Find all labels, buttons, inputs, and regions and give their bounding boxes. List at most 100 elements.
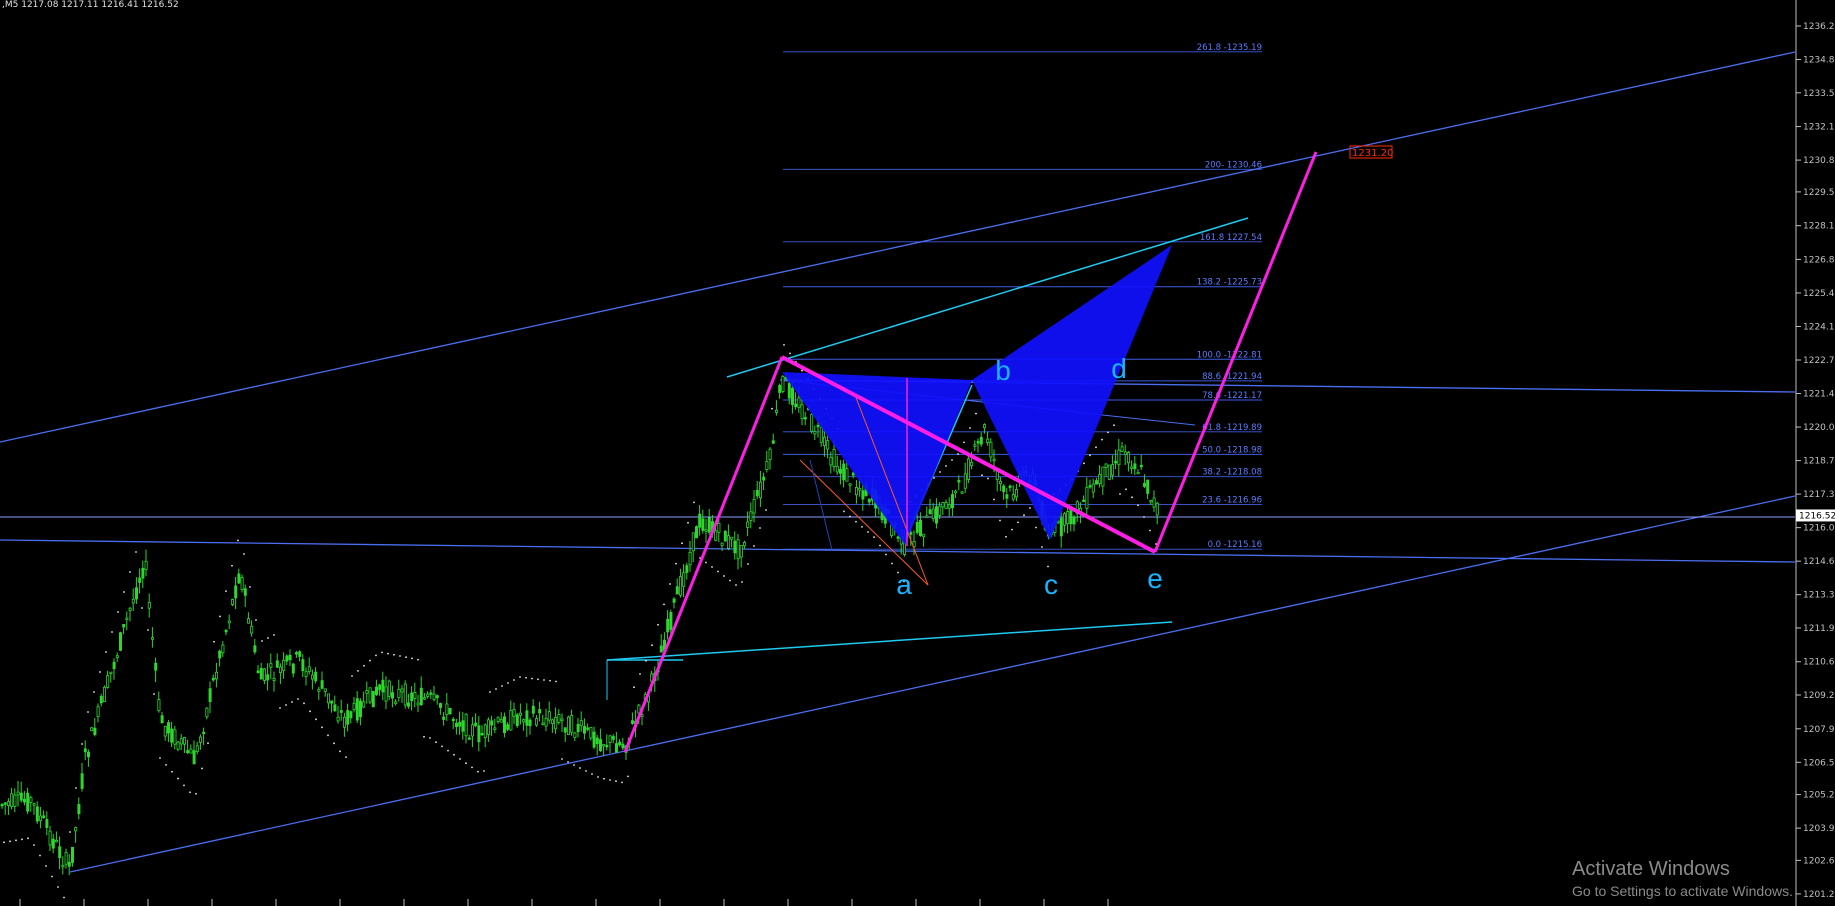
candle-body <box>39 815 43 821</box>
candle-body <box>695 526 699 539</box>
candle-body <box>563 727 567 733</box>
price-chart[interactable]: 261.8 -1235.19 200- 1230.46 161.8 1227.54 1… <box>0 0 1835 906</box>
candle-body <box>234 585 238 599</box>
candle-body <box>326 693 330 704</box>
psar-dot <box>645 659 647 662</box>
candle-body <box>339 710 343 713</box>
candle-body <box>474 722 478 726</box>
candle-body <box>55 840 59 843</box>
psar-dot <box>135 551 137 553</box>
candle-body <box>304 671 308 677</box>
candle-body <box>19 792 23 801</box>
candle-body <box>490 720 494 726</box>
candle-body <box>256 670 260 673</box>
candle-body <box>310 674 314 680</box>
psar-dot <box>357 669 359 672</box>
candle-body <box>672 598 676 603</box>
candle-body <box>794 403 798 408</box>
candle-body <box>1091 483 1095 493</box>
psar-dot <box>609 779 611 781</box>
psar-dot <box>429 737 431 739</box>
candle-body <box>352 702 356 711</box>
psar-dot <box>939 471 941 473</box>
candle-body <box>1114 460 1118 464</box>
price-tick-label: 1213.33 <box>1803 591 1835 601</box>
candle-body <box>743 541 747 547</box>
psar-dot <box>51 875 53 878</box>
psar-dot <box>417 658 419 661</box>
candle-body <box>515 714 519 727</box>
candle-body <box>810 414 814 432</box>
candle-body <box>448 708 452 715</box>
psar-dot <box>651 644 653 647</box>
psar-dot <box>675 562 677 565</box>
candle-body <box>730 536 734 540</box>
psar-dot <box>303 702 305 705</box>
candle-body <box>909 532 913 535</box>
candle-body <box>0 804 4 807</box>
candle-body <box>618 741 622 746</box>
candle-body <box>999 481 1003 485</box>
candle-body <box>615 743 619 753</box>
candle-body <box>1072 516 1076 525</box>
psar-dot <box>573 764 575 766</box>
candle-body <box>291 663 295 674</box>
fib-level-label: 50.0 -1218.98 <box>1202 445 1262 455</box>
psar-dot <box>771 407 773 410</box>
wave-label-d: d <box>1111 353 1127 384</box>
candle-body <box>182 737 186 745</box>
candle-body <box>278 666 282 674</box>
candle-body <box>51 838 55 849</box>
fib-level-label: 100.0 -1222.81 <box>1197 350 1262 360</box>
psar-dot <box>1107 431 1109 434</box>
psar-dot <box>627 775 629 778</box>
psar-dot <box>1143 516 1145 518</box>
psar-dot <box>501 685 503 687</box>
psar-dot <box>729 579 731 582</box>
candle-body <box>147 602 151 609</box>
candle-body <box>186 750 190 754</box>
candle-body <box>336 716 340 722</box>
candle-body <box>938 505 942 516</box>
psar-dot <box>1029 507 1031 509</box>
psar-dot <box>183 784 185 787</box>
psar-dot <box>165 763 167 766</box>
candle-body <box>739 545 743 558</box>
psar-dot <box>189 791 191 794</box>
candle-body <box>1008 485 1012 488</box>
price-tick-label: 1233.54 <box>1803 89 1835 99</box>
psar-dot <box>633 686 635 689</box>
psar-dot <box>105 651 107 653</box>
psar-dot <box>1023 514 1025 517</box>
candle-body <box>768 448 772 461</box>
candle-body <box>631 720 635 724</box>
candle-body <box>1107 464 1111 480</box>
psar-dot <box>783 343 785 346</box>
price-tick-label: 1217.38 <box>1803 490 1835 500</box>
psar-dot <box>615 780 617 783</box>
psar-dot <box>567 761 569 763</box>
candle-body <box>586 727 590 730</box>
psar-dot <box>873 536 875 539</box>
psar-dot <box>3 841 5 844</box>
candle-body <box>266 674 270 681</box>
psar-dot <box>981 474 983 477</box>
psar-dot <box>855 520 857 523</box>
psar-dot <box>975 412 977 415</box>
candle-body <box>579 720 583 727</box>
candle-body <box>605 744 609 748</box>
psar-dot <box>363 664 365 667</box>
fib-level-label: 200- 1230.46 <box>1205 160 1262 170</box>
price-tick-label: 1224.13 <box>1803 322 1835 332</box>
candle-body <box>131 598 135 604</box>
candle-body <box>397 688 401 698</box>
candle-body <box>688 551 692 566</box>
candle-body <box>842 463 846 481</box>
candle-body <box>317 688 321 692</box>
candle-body <box>400 688 404 693</box>
candle-body <box>570 714 574 733</box>
price-tick-label: 1230.83 <box>1803 156 1835 166</box>
candle-body <box>525 710 529 726</box>
psar-dot <box>711 566 713 568</box>
psar-dot <box>375 654 377 657</box>
